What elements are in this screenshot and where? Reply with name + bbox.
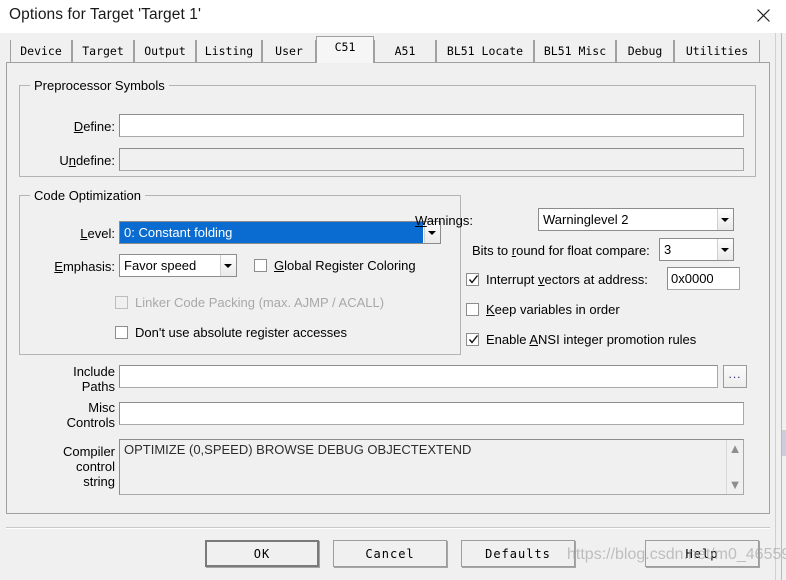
- global-register-coloring-checkbox[interactable]: Global Register Coloring: [254, 258, 416, 273]
- close-button[interactable]: [740, 0, 786, 31]
- checkbox-box: [466, 333, 479, 346]
- tab-bl51-locate[interactable]: BL51 Locate: [436, 40, 534, 62]
- code-optimization-title: Code Optimization: [30, 188, 145, 203]
- dont-use-absolute-register-label: Don't use absolute register accesses: [135, 325, 348, 340]
- tab-c51[interactable]: C51: [316, 36, 374, 63]
- include-paths-label-line1: Include: [73, 364, 115, 379]
- close-icon: [756, 9, 770, 22]
- title-bar: Options for Target 'Target 1': [0, 0, 786, 33]
- tab-user[interactable]: User: [262, 40, 316, 62]
- linker-code-packing-label: Linker Code Packing (max. AJMP / ACALL): [135, 295, 385, 310]
- emphasis-value: Favor speed: [124, 258, 197, 273]
- misc-controls-label-line2: Controls: [66, 415, 115, 430]
- checkbox-box: [466, 273, 479, 286]
- chevron-down-icon[interactable]: [716, 209, 733, 230]
- checkbox-box: [466, 303, 479, 316]
- undefine-label: Undefine:: [59, 153, 115, 168]
- undefine-input[interactable]: [119, 148, 744, 171]
- check-icon: [468, 335, 479, 344]
- define-input[interactable]: [119, 114, 744, 137]
- chevron-up-icon[interactable]: ▲: [729, 442, 742, 455]
- window-title: Options for Target 'Target 1': [9, 6, 202, 23]
- enable-ansi-promotion-label: Enable ANSI integer promotion rules: [486, 332, 697, 347]
- emphasis-combo[interactable]: Favor speed: [119, 254, 237, 277]
- tab-bl51-misc[interactable]: BL51 Misc: [534, 40, 616, 62]
- c51-tab-page: Preprocessor Symbols Define: Undefine: C…: [6, 62, 770, 514]
- compiler-control-string-value: OPTIMIZE (0,SPEED) BROWSE DEBUG OBJECTEX…: [124, 442, 472, 457]
- chevron-down-icon[interactable]: ▼: [729, 478, 742, 491]
- misc-controls-input[interactable]: [119, 402, 744, 425]
- defaults-button[interactable]: Defaults: [461, 540, 575, 567]
- interrupt-vectors-label: Interrupt vectors at address:: [486, 272, 648, 287]
- include-paths-input[interactable]: [119, 365, 718, 388]
- tab-debug[interactable]: Debug: [616, 40, 674, 62]
- compiler-string-label-line3: string: [83, 474, 115, 489]
- include-paths-label-line2: Paths: [81, 379, 115, 394]
- global-register-coloring-label: Global Register Coloring: [274, 258, 416, 273]
- browse-include-paths-button[interactable]: ...: [723, 365, 747, 388]
- tab-listing[interactable]: Listing: [196, 40, 262, 62]
- checkbox-box: [115, 296, 128, 309]
- compiler-string-label-line2: control: [75, 459, 115, 474]
- enable-ansi-promotion-checkbox[interactable]: Enable ANSI integer promotion rules: [466, 332, 696, 347]
- bits-to-round-combo[interactable]: 3: [659, 238, 734, 261]
- keep-variables-in-order-label: Keep variables in order: [486, 302, 620, 317]
- misc-controls-label-line1: Misc: [88, 400, 115, 415]
- page-scrollbar-thumb[interactable]: [782, 430, 786, 456]
- chevron-down-icon[interactable]: [219, 255, 236, 276]
- compiler-string-scrollbar[interactable]: ▲ ▼: [726, 440, 743, 494]
- optimization-level-combo[interactable]: 0: Constant folding: [119, 221, 441, 244]
- bits-to-round-label: Bits to round for float compare:: [472, 243, 650, 258]
- footer-separator: [6, 527, 770, 529]
- compiler-control-string-box[interactable]: OPTIMIZE (0,SPEED) BROWSE DEBUG OBJECTEX…: [119, 439, 744, 495]
- dont-use-absolute-register-checkbox[interactable]: Don't use absolute register accesses: [115, 325, 347, 340]
- linker-code-packing-checkbox: Linker Code Packing (max. AJMP / ACALL): [115, 295, 384, 310]
- tab-output[interactable]: Output: [134, 40, 196, 62]
- warnings-combo[interactable]: Warninglevel 2: [538, 208, 734, 231]
- define-label: Define:: [73, 119, 115, 134]
- emphasis-label: Emphasis:: [54, 259, 115, 274]
- checkbox-box: [254, 259, 267, 272]
- interrupt-address-input[interactable]: 0x0000: [667, 267, 740, 290]
- cancel-button[interactable]: Cancel: [333, 540, 447, 567]
- interrupt-vectors-checkbox[interactable]: Interrupt vectors at address:: [466, 272, 648, 287]
- warnings-label: Warnings:: [414, 213, 473, 228]
- preprocessor-symbols-title: Preprocessor Symbols: [30, 78, 169, 93]
- options-dialog: Options for Target 'Target 1' Device Tar…: [0, 0, 786, 580]
- tab-strip: Device Target Output Listing User C51 A5…: [0, 33, 786, 63]
- tab-device[interactable]: Device: [10, 40, 72, 62]
- optimization-level-value: 0: Constant folding: [120, 222, 423, 243]
- checkbox-box: [115, 326, 128, 339]
- warnings-value: Warninglevel 2: [543, 212, 629, 227]
- keep-variables-in-order-checkbox[interactable]: Keep variables in order: [466, 302, 620, 317]
- bits-to-round-value: 3: [664, 242, 672, 257]
- chevron-down-icon[interactable]: [716, 239, 733, 260]
- ok-button[interactable]: OK: [205, 540, 319, 567]
- check-icon: [468, 275, 479, 284]
- tab-a51[interactable]: A51: [374, 40, 436, 62]
- tab-target[interactable]: Target: [72, 40, 134, 62]
- tab-utilities[interactable]: Utilities: [674, 40, 760, 62]
- help-button[interactable]: Help: [645, 540, 759, 567]
- dialog-edge-line: [781, 33, 782, 580]
- level-label: Level:: [80, 226, 115, 241]
- compiler-string-label-line1: Compiler: [62, 444, 115, 459]
